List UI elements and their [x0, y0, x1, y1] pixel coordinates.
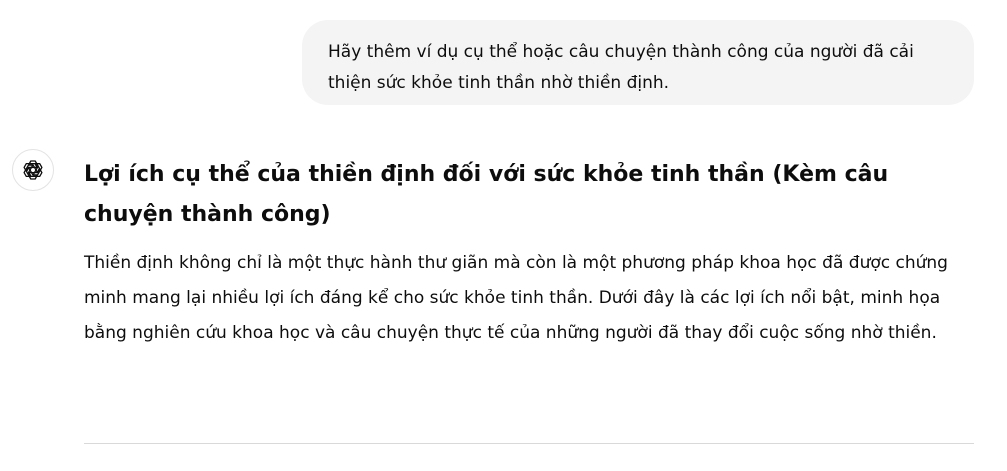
assistant-avatar — [12, 149, 54, 191]
openai-logo-icon — [21, 158, 45, 182]
response-paragraph: Thiền định không chỉ là một thực hành th… — [84, 253, 948, 343]
response-heading: Lợi ích cụ thể của thiền định đối với sứ… — [84, 162, 889, 227]
divider — [84, 443, 974, 444]
user-message-bubble: Hãy thêm ví dụ cụ thể hoặc câu chuyện th… — [302, 20, 974, 105]
